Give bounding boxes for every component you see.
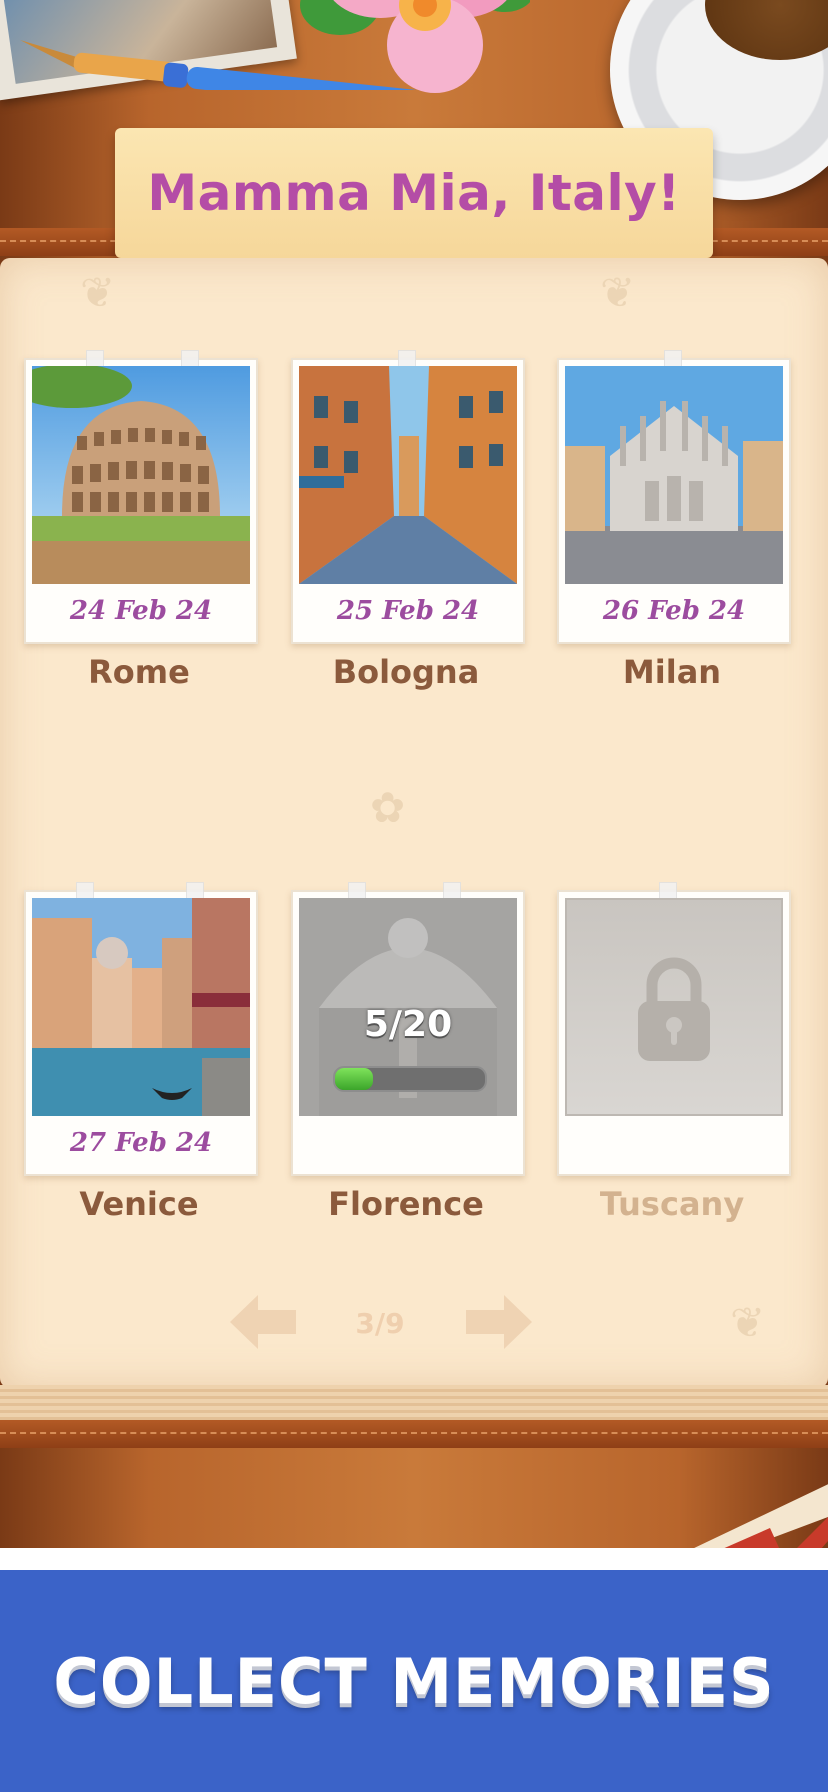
memory-card-venice[interactable]: 27 Feb 24	[24, 882, 258, 1176]
album-page-edges	[0, 1385, 828, 1421]
memory-card-florence[interactable]: 5/20	[291, 882, 525, 1176]
arrow-left-icon[interactable]	[230, 1295, 296, 1349]
album-scene: Mamma Mia, Italy! ❦ ❦ ✿ ❦ 24 Feb 24 Rome…	[0, 0, 828, 1548]
arrow-right-icon[interactable]	[466, 1295, 532, 1349]
pagination: 3/9	[0, 1295, 828, 1355]
city-label-tuscany: Tuscany	[599, 1185, 745, 1223]
city-label-bologna: Bologna	[332, 653, 480, 691]
bologna-street-photo	[299, 366, 517, 584]
card-date: 27 Feb 24	[69, 1128, 213, 1158]
progress-bar-fill	[335, 1068, 373, 1090]
progress-bar	[333, 1066, 487, 1092]
florence-photo: 5/20	[299, 898, 517, 1116]
card-date: 25 Feb 24	[336, 596, 480, 626]
album-title: Mamma Mia, Italy!	[147, 164, 681, 222]
memory-card-rome[interactable]: 24 Feb 24	[24, 350, 258, 644]
city-label-venice: Venice	[79, 1185, 199, 1223]
city-label-rome: Rome	[88, 653, 190, 691]
promo-headline: COLLECT MEMORIES	[53, 1644, 775, 1718]
promo-banner: COLLECT MEMORIES	[0, 1570, 828, 1792]
lock-icon	[638, 957, 710, 1061]
fountain-pen-icon	[20, 40, 536, 90]
memory-card-milan[interactable]: 26 Feb 24	[557, 350, 791, 644]
memory-card-tuscany[interactable]	[557, 882, 791, 1176]
album-page: ❦ ❦ ✿ ❦ 24 Feb 24 Rome 25 Feb 24 Bologna…	[0, 258, 828, 1388]
memory-card-bologna[interactable]: 25 Feb 24	[291, 350, 525, 644]
city-label-florence: Florence	[328, 1185, 484, 1223]
progress-count: 5/20	[363, 1004, 453, 1045]
venice-canal-photo	[32, 898, 250, 1116]
decor-swirl-icon: ✿	[370, 783, 406, 832]
rome-colosseum-photo	[32, 366, 250, 584]
locked-photo	[565, 898, 783, 1116]
city-label-milan: Milan	[622, 653, 722, 691]
card-date: 26 Feb 24	[602, 596, 746, 626]
decor-swirl-icon: ❦	[600, 268, 636, 317]
decor-ribbon	[694, 1484, 828, 1548]
decor-swirl-icon: ❦	[80, 268, 116, 317]
page-indicator: 3/9	[355, 1307, 405, 1340]
album-title-banner: Mamma Mia, Italy!	[115, 128, 713, 258]
leather-strap-bottom	[0, 1420, 828, 1448]
card-date: 24 Feb 24	[69, 596, 213, 626]
milan-cathedral-photo	[565, 366, 783, 584]
